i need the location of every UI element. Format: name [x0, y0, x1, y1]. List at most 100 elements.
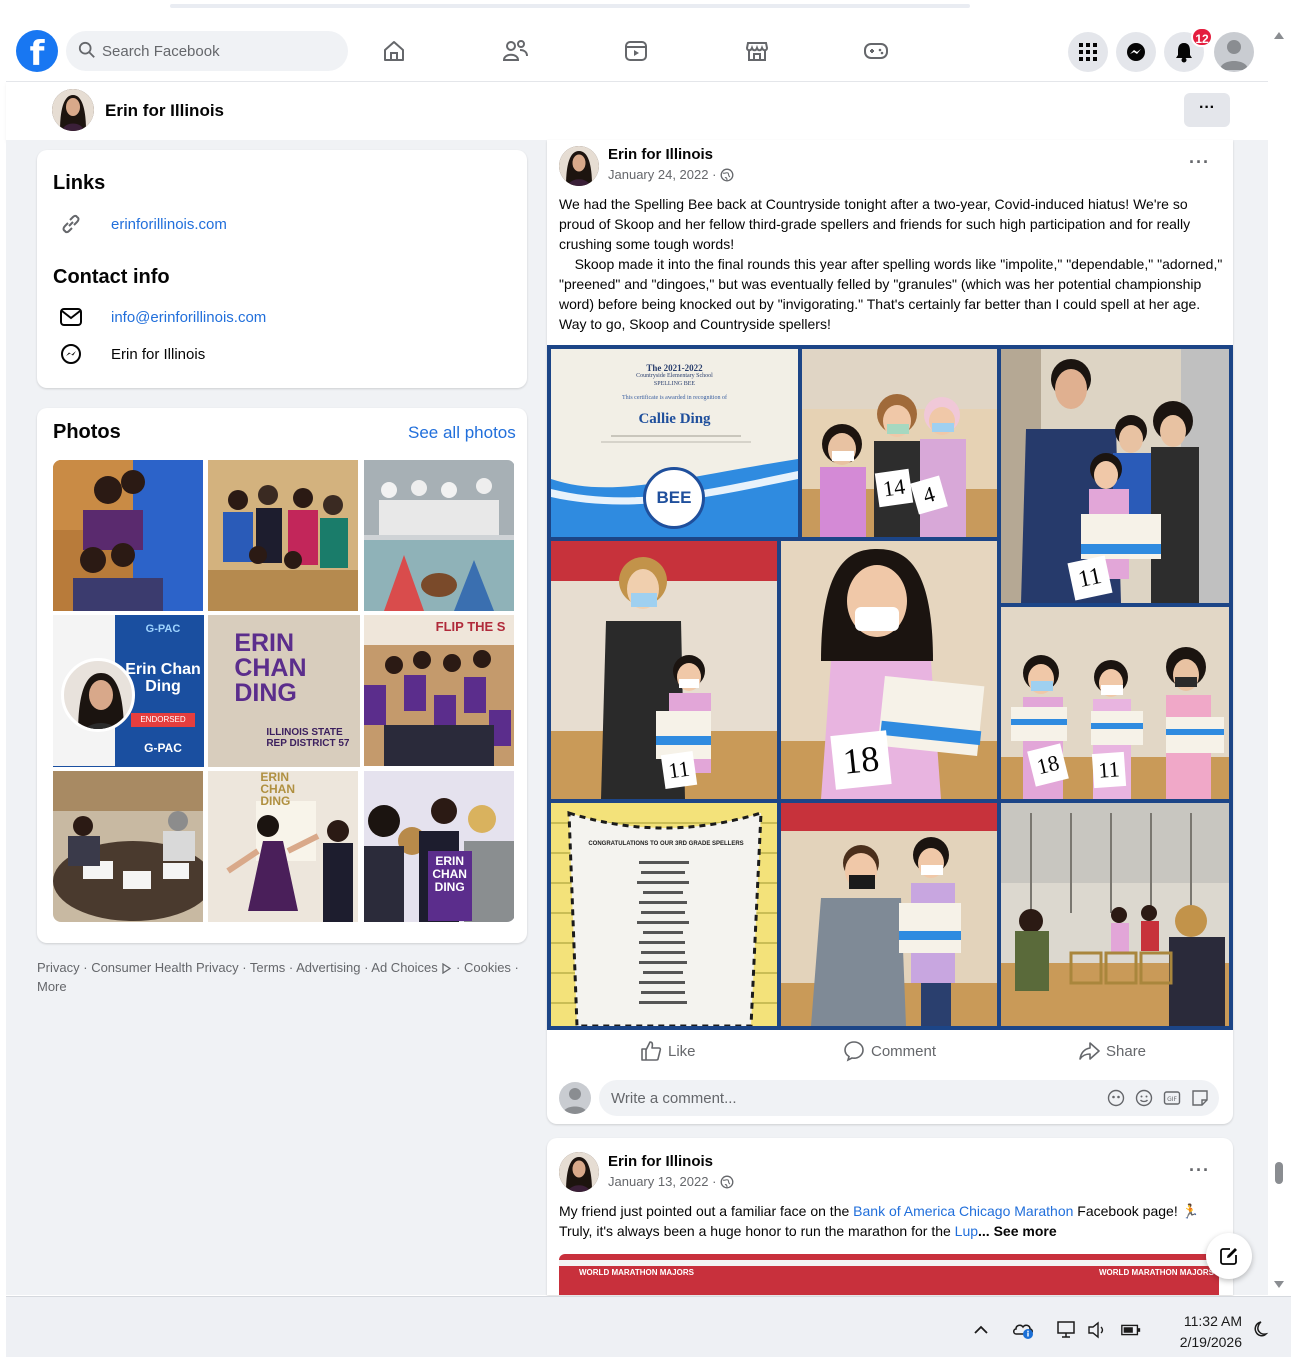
see-all-photos-link[interactable]: See all photos: [408, 423, 516, 443]
post-marathon: Erin for Illinois January 13, 2022 · ···…: [547, 1138, 1233, 1295]
video-icon[interactable]: [621, 36, 651, 66]
post2-text-b: Facebook page!: [1073, 1203, 1182, 1219]
footer-consumer-health-privacy[interactable]: Consumer Health Privacy: [91, 960, 238, 975]
messenger-contact[interactable]: Erin for Illinois: [111, 346, 205, 363]
share-label: Share: [1106, 1042, 1147, 1060]
chevron-up-icon[interactable]: [970, 1319, 992, 1341]
see-more-link[interactable]: ... See more: [978, 1223, 1057, 1239]
gallery-poster-photo[interactable]: CONGRATULATIONS TO OUR 3RD GRADE SPELLER…: [551, 803, 777, 1026]
gallery-man-girl-photo[interactable]: [781, 803, 997, 1026]
battery-icon[interactable]: [1120, 1319, 1142, 1341]
website-link[interactable]: erinforillinois.com: [111, 216, 227, 233]
globe-icon: [720, 1175, 734, 1188]
post-spelling-bee: Erin for Illinois January 24, 2022 · ···…: [547, 140, 1233, 1124]
marketplace-icon[interactable]: [742, 36, 772, 66]
scrollbar-thumb[interactable]: [1275, 1162, 1283, 1184]
post-more-options[interactable]: ···: [1189, 1160, 1210, 1181]
onedrive-icon[interactable]: [1012, 1319, 1034, 1341]
emoji-icon[interactable]: [1135, 1089, 1153, 1107]
volume-icon[interactable]: [1086, 1319, 1108, 1341]
photo-tile[interactable]: G-PAC Erin Chan Ding ENDORSED G-PAC: [53, 615, 205, 767]
footer-advertising[interactable]: Advertising: [296, 960, 360, 975]
scroll-down-arrow-icon[interactable]: [1273, 1280, 1285, 1290]
compose-icon: [1220, 1248, 1237, 1265]
marathon-banner-image[interactable]: WORLD MARATHON MAJORS WORLD MARATHON MAJ…: [559, 1254, 1219, 1295]
gif-icon[interactable]: GIF: [1163, 1089, 1181, 1107]
clock[interactable]: 11:32 AM 2/19/2026: [1164, 1311, 1242, 1353]
post-date-text[interactable]: January 24, 2022 ·: [608, 167, 716, 182]
gpac-person-label: Erin Chan Ding: [125, 661, 201, 696]
facebook-logo[interactable]: f: [16, 30, 58, 72]
home-icon[interactable]: [379, 36, 409, 66]
scroll-up-arrow-icon[interactable]: [1273, 30, 1285, 40]
network-icon[interactable]: [1056, 1319, 1078, 1341]
gallery-three-girls-certificates-photo[interactable]: 18 11: [1001, 607, 1229, 799]
spelling-number-card: 11: [660, 750, 698, 790]
new-message-button[interactable]: [1206, 1233, 1252, 1279]
post-author-avatar[interactable]: [559, 1152, 599, 1192]
footer-ad-choices[interactable]: Ad Choices: [371, 960, 437, 975]
footer-links: Privacy · Consumer Health Privacy · Term…: [37, 960, 519, 994]
comment-button[interactable]: Comment: [843, 1040, 936, 1062]
email-link[interactable]: info@erinforillinois.com: [111, 309, 266, 326]
photo-tile[interactable]: ERIN CHAN DING: [363, 770, 515, 922]
footer-terms[interactable]: Terms: [250, 960, 285, 975]
page-name[interactable]: Erin for Illinois: [105, 101, 224, 121]
footer-more[interactable]: More: [37, 979, 67, 994]
post-author-name[interactable]: Erin for Illinois: [608, 146, 713, 163]
search-box[interactable]: [66, 31, 348, 71]
spelling-number-card: 14: [874, 468, 914, 508]
post-date-text[interactable]: January 13, 2022 ·: [608, 1174, 716, 1189]
gallery-girl-certificate-photo[interactable]: 18: [781, 541, 997, 799]
search-input[interactable]: [102, 31, 338, 71]
messenger-icon[interactable]: [1116, 32, 1156, 72]
photo-tile[interactable]: [363, 460, 515, 611]
post-more-options[interactable]: ···: [1189, 152, 1210, 173]
gallery-three-girls-photo[interactable]: 14 4: [802, 349, 997, 537]
photo-tile[interactable]: [53, 460, 204, 611]
clock-time: 11:32 AM: [1183, 1313, 1242, 1329]
intro-card: Links erinforillinois.com Contact info i…: [37, 150, 527, 388]
photos-grid: G-PAC Erin Chan Ding ENDORSED G-PAC ERIN…: [53, 460, 515, 922]
like-button[interactable]: Like: [640, 1040, 696, 1062]
friends-icon[interactable]: [500, 36, 530, 66]
comment-input[interactable]: [611, 1080, 1091, 1116]
footer-privacy[interactable]: Privacy: [37, 960, 80, 975]
menu-grid-icon[interactable]: [1068, 32, 1108, 72]
marathon-page-link[interactable]: Bank of America Chicago Marathon: [853, 1203, 1073, 1219]
night-mode-icon[interactable]: [1248, 1319, 1270, 1341]
photo-tile[interactable]: FLIP THE S: [363, 615, 515, 767]
comment-input-wrapper[interactable]: GIF: [599, 1080, 1219, 1116]
page-avatar[interactable]: [52, 89, 94, 131]
post-timestamp[interactable]: January 13, 2022 ·: [608, 1174, 734, 1189]
sticker-icon[interactable]: [1191, 1089, 1209, 1107]
gpac-badge-label: G-PAC: [144, 741, 182, 756]
photo-tile[interactable]: [208, 460, 359, 611]
contact-info-heading: Contact info: [53, 266, 170, 288]
gallery-family-photo[interactable]: 11: [1001, 349, 1229, 603]
post-timestamp[interactable]: January 24, 2022 ·: [608, 167, 734, 182]
page-scrollbar[interactable]: [1268, 22, 1290, 1295]
dance-sign-text: ERIN CHAN DING: [260, 770, 295, 808]
account-avatar[interactable]: [1214, 32, 1254, 72]
photo-gallery[interactable]: The 2021-2022 Countryside Elementary Sch…: [547, 345, 1233, 1030]
footer-cookies[interactable]: Cookies: [464, 960, 511, 975]
gaming-icon[interactable]: [861, 36, 891, 66]
gallery-gym-photo[interactable]: [1001, 803, 1229, 1026]
lupus-link[interactable]: Lup: [955, 1223, 978, 1239]
share-button[interactable]: Share: [1078, 1040, 1146, 1062]
spelling-number-card: 18: [830, 730, 892, 790]
gallery-woman-girl-photo[interactable]: 11: [551, 541, 777, 799]
post-author-name[interactable]: Erin for Illinois: [608, 1153, 713, 1170]
photo-tile[interactable]: ERIN CHAN DING ILLINOIS STATE REP DISTRI…: [208, 615, 360, 767]
page-header-bar: Erin for Illinois ···: [6, 82, 1268, 140]
avatar-sticker-icon[interactable]: [1107, 1089, 1125, 1107]
post-author-avatar[interactable]: [559, 146, 599, 186]
gpac-org-label: G-PAC: [145, 623, 181, 636]
gallery-certificate-photo[interactable]: The 2021-2022 Countryside Elementary Sch…: [551, 349, 798, 537]
photo-tile[interactable]: ERIN CHAN DING: [208, 770, 359, 922]
messenger-row: Erin for Illinois: [59, 342, 205, 366]
marathon-banner-text: WORLD MARATHON MAJORS: [579, 1268, 694, 1277]
photo-tile[interactable]: [53, 770, 205, 922]
page-more-button[interactable]: ···: [1184, 93, 1230, 127]
